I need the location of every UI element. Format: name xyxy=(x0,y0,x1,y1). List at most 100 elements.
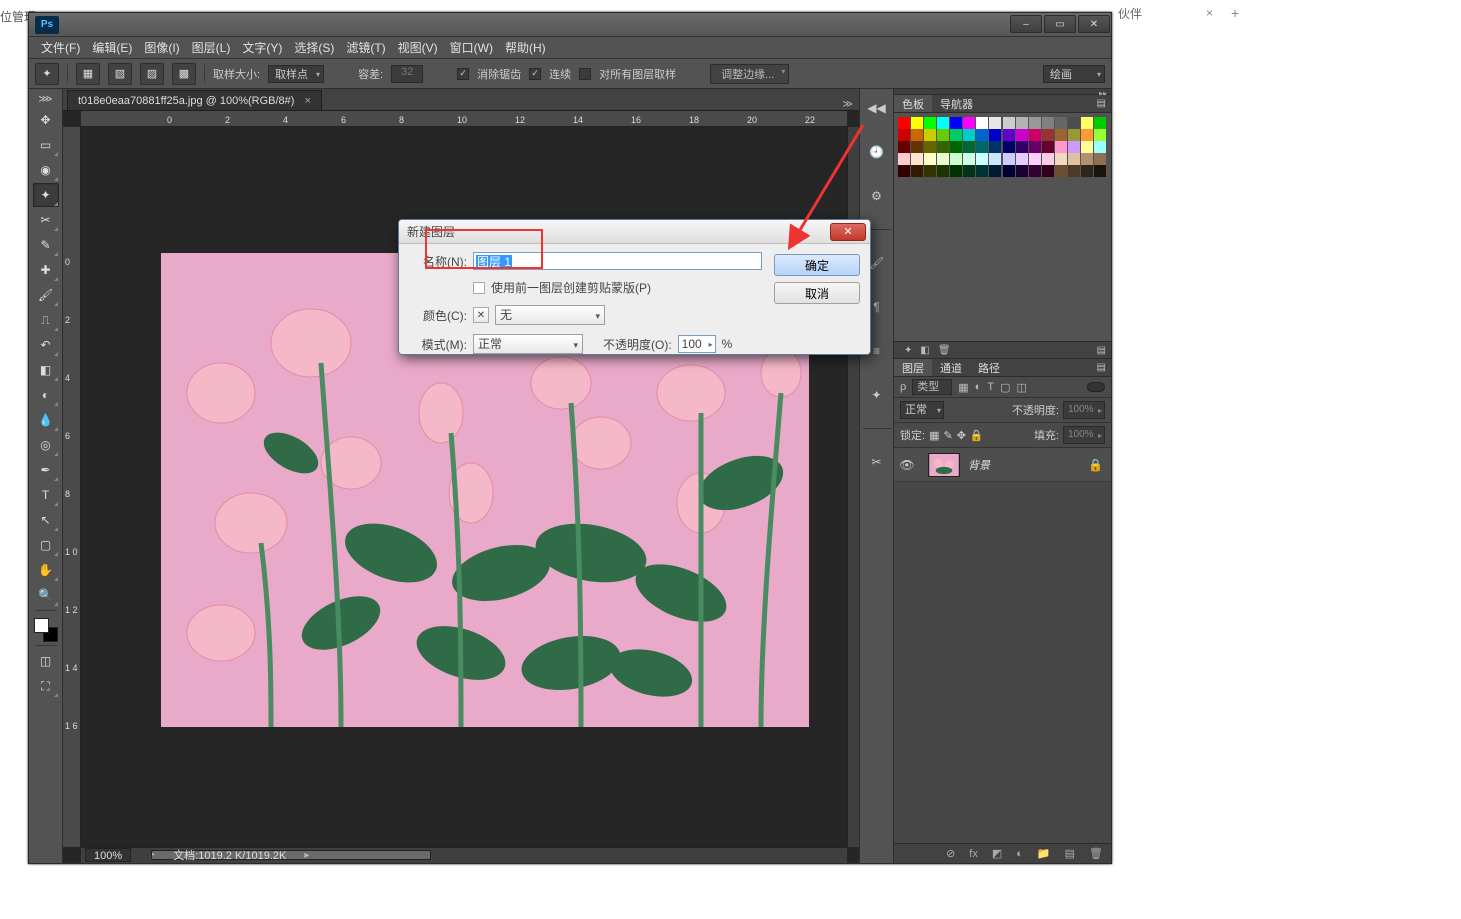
panel-menu-icon[interactable]: ▤ xyxy=(1092,98,1111,109)
all-layers-checkbox[interactable] xyxy=(579,68,591,80)
panel-menu-icon[interactable]: ▤ xyxy=(1092,345,1111,356)
adjustment-icon[interactable]: ◐ xyxy=(1016,848,1023,860)
menu-window[interactable]: 窗口(W) xyxy=(444,39,499,56)
visibility-icon[interactable]: 👁 xyxy=(894,458,920,472)
color-select[interactable]: 无 xyxy=(495,305,605,325)
menu-edit[interactable]: 编辑(E) xyxy=(86,39,138,56)
panel-menu-icon[interactable]: ▤ xyxy=(1092,362,1111,373)
selection-new-icon[interactable]: ▦ xyxy=(76,63,100,85)
swatch-cell[interactable] xyxy=(989,129,1001,141)
crop-tool-icon[interactable]: ✂ xyxy=(33,208,59,232)
heal-tool-icon[interactable]: ✚ xyxy=(33,258,59,282)
swatch-cell[interactable] xyxy=(976,141,988,153)
swatch-cell[interactable] xyxy=(950,117,962,129)
selection-int-icon[interactable]: ▩ xyxy=(172,63,196,85)
menu-type[interactable]: 文字(Y) xyxy=(236,39,288,56)
lock-icon[interactable]: 🔒 xyxy=(1088,458,1103,472)
status-chevron-icon[interactable]: ▸ xyxy=(304,850,309,861)
swatch-cell[interactable] xyxy=(1003,153,1015,165)
antialias-checkbox[interactable]: ✓ xyxy=(457,68,469,80)
swatch-cell[interactable] xyxy=(1029,117,1041,129)
swatch-cell[interactable] xyxy=(950,141,962,153)
lock-all-icon[interactable]: 🔒 xyxy=(970,429,984,442)
tolerance-input[interactable]: 32 xyxy=(391,65,423,83)
swatch-cell[interactable] xyxy=(937,141,949,153)
blend-mode-select[interactable]: 正常 xyxy=(900,401,944,419)
lock-paint-icon[interactable]: ✎ xyxy=(943,429,952,442)
swatch-cell[interactable] xyxy=(911,153,923,165)
zoom-level[interactable]: 100% xyxy=(85,848,131,862)
tab-paths[interactable]: 路径 xyxy=(970,359,1008,376)
swatch-cell[interactable] xyxy=(1055,129,1067,141)
close-icon[interactable]: × xyxy=(304,95,310,107)
swatch-cell[interactable] xyxy=(1068,153,1080,165)
layer-name[interactable]: 背景 xyxy=(968,457,990,473)
selection-sub-icon[interactable]: ▨ xyxy=(140,63,164,85)
minimize-button[interactable]: – xyxy=(1010,15,1042,33)
blur-tool-icon[interactable]: 💧 xyxy=(33,408,59,432)
history-panel-icon[interactable]: 🕘 xyxy=(864,139,890,165)
gradient-tool-icon[interactable]: ◐ xyxy=(33,383,59,407)
swatch-cell[interactable] xyxy=(898,141,910,153)
swatch-cell[interactable] xyxy=(1055,117,1067,129)
adjust-panel-icon[interactable]: ✂ xyxy=(864,449,890,475)
dialog-close-button[interactable]: ✕ xyxy=(830,223,866,241)
swatch-cell[interactable] xyxy=(963,117,975,129)
clip-mask-checkbox[interactable] xyxy=(473,282,485,294)
titlebar[interactable]: Ps – ▭ ✕ xyxy=(29,13,1111,37)
path-select-tool-icon[interactable]: ↖ xyxy=(33,508,59,532)
pen-tool-icon[interactable]: ✒ xyxy=(33,458,59,482)
lasso-tool-icon[interactable]: ◉ xyxy=(33,158,59,182)
swatch-cell[interactable] xyxy=(898,117,910,129)
filter-smart-icon[interactable]: ◫ xyxy=(1016,381,1026,394)
contiguous-checkbox[interactable]: ✓ xyxy=(529,68,541,80)
swatch-cell[interactable] xyxy=(1016,141,1028,153)
tab-overflow-icon[interactable]: ≫ xyxy=(837,99,859,110)
close-icon[interactable]: × xyxy=(1206,6,1213,20)
swatch-cell[interactable] xyxy=(1042,141,1054,153)
filter-type-icon[interactable]: T xyxy=(987,381,994,393)
filter-pixel-icon[interactable]: ▦ xyxy=(958,381,968,394)
swatch-cell[interactable] xyxy=(976,117,988,129)
swatch-cell[interactable] xyxy=(1068,165,1080,177)
swatch-cell[interactable] xyxy=(950,165,962,177)
swatch-cell[interactable] xyxy=(1081,153,1093,165)
swatch-cell[interactable] xyxy=(911,165,923,177)
panel-expand-icon[interactable]: ◀◀ xyxy=(864,95,890,121)
swatch-cell[interactable] xyxy=(1003,117,1015,129)
swatch-cell[interactable] xyxy=(1003,129,1015,141)
swatch-cell[interactable] xyxy=(1029,141,1041,153)
swatch-cell[interactable] xyxy=(1042,165,1054,177)
swatch-cell[interactable] xyxy=(937,153,949,165)
toolbar-collapse-icon[interactable]: ⋙ xyxy=(37,91,55,107)
group-icon[interactable]: 📁 xyxy=(1037,847,1051,860)
browser-tab[interactable]: 伙伴 × xyxy=(1112,3,1219,24)
history-brush-tool-icon[interactable]: ↶ xyxy=(33,333,59,357)
swatch-cell[interactable] xyxy=(1042,129,1054,141)
dialog-titlebar[interactable]: 新建图层 ✕ xyxy=(399,220,870,244)
layer-row-background[interactable]: 👁 背景 🔒 xyxy=(894,448,1111,482)
panel-icon[interactable]: 🗑 xyxy=(934,345,955,356)
swatch-cell[interactable] xyxy=(1003,141,1015,153)
swatch-cell[interactable] xyxy=(924,129,936,141)
swatch-cell[interactable] xyxy=(1016,153,1028,165)
swatch-cell[interactable] xyxy=(1016,165,1028,177)
opacity-input[interactable]: 100% xyxy=(1063,401,1105,419)
stamp-tool-icon[interactable]: ⎍ xyxy=(33,308,59,332)
eraser-tool-icon[interactable]: ◧ xyxy=(33,358,59,382)
mode-select[interactable]: 正常 xyxy=(473,334,583,354)
hand-tool-icon[interactable]: ✋ xyxy=(33,558,59,582)
menu-image[interactable]: 图像(I) xyxy=(138,39,185,56)
swatch-cell[interactable] xyxy=(1003,165,1015,177)
swatch-cell[interactable] xyxy=(1094,117,1106,129)
panel-icon[interactable]: ✦ xyxy=(900,345,916,356)
swatch-cell[interactable] xyxy=(1094,165,1106,177)
swatch-cell[interactable] xyxy=(1055,153,1067,165)
swatch-cell[interactable] xyxy=(911,141,923,153)
fill-input[interactable]: 100% xyxy=(1063,426,1105,444)
menu-select[interactable]: 选择(S) xyxy=(288,39,340,56)
swatch-cell[interactable] xyxy=(1042,153,1054,165)
ok-button[interactable]: 确定 xyxy=(774,254,860,276)
filter-adjust-icon[interactable]: ◐ xyxy=(975,381,982,393)
maximize-button[interactable]: ▭ xyxy=(1044,15,1076,33)
